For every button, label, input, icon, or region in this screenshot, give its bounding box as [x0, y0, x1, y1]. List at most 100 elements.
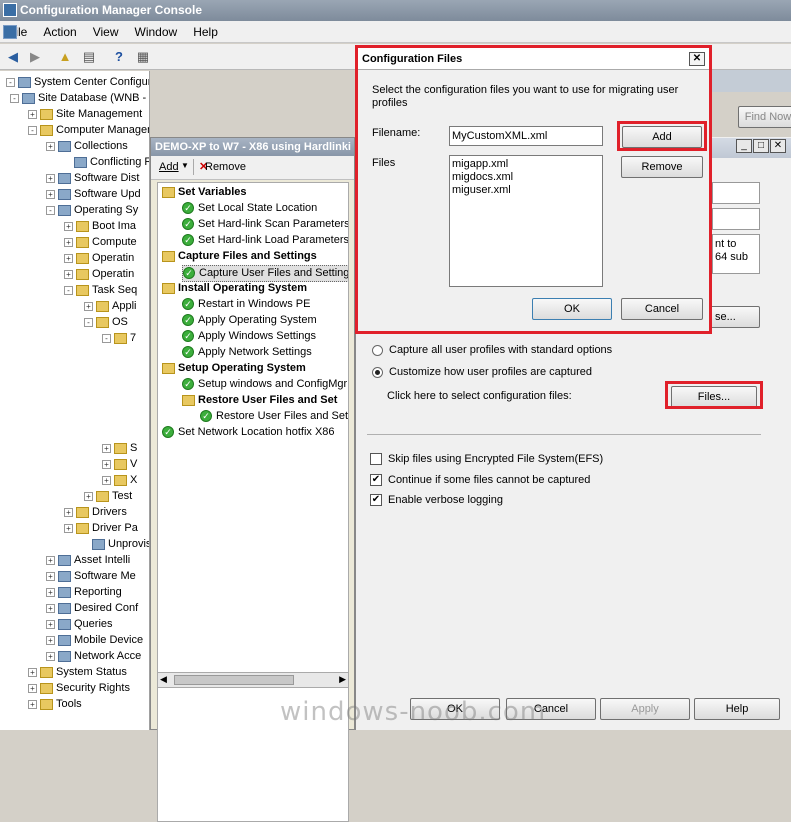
expand-icon[interactable]: +: [102, 443, 111, 453]
find-now-button[interactable]: Find Now: [738, 106, 791, 128]
expand-icon[interactable]: +: [46, 189, 55, 199]
tree-node[interactable]: + Software Me: [46, 569, 136, 584]
collapse-icon[interactable]: -: [6, 77, 15, 87]
task-step[interactable]: ✓ Apply Windows Settings: [182, 329, 316, 344]
tree-node[interactable]: + Collections: [46, 139, 128, 154]
tree-node[interactable]: + Queries: [46, 617, 113, 632]
task-step[interactable]: ✓ Setup windows and ConfigMgr: [182, 377, 347, 392]
task-group[interactable]: Restore User Files and Set: [182, 393, 337, 408]
verbose-checkbox[interactable]: ✔ Enable verbose logging: [370, 494, 503, 507]
list-item[interactable]: migdocs.xml: [452, 171, 602, 184]
task-step[interactable]: ✓ Set Network Location hotfix X86: [162, 425, 335, 440]
expand-icon[interactable]: +: [28, 699, 37, 709]
expand-icon[interactable]: +: [46, 651, 55, 661]
collapse-icon[interactable]: -: [84, 317, 93, 327]
dialog-cancel-button[interactable]: Cancel: [621, 298, 703, 320]
task-group[interactable]: Install Operating System: [162, 281, 307, 296]
help-icon[interactable]: ?: [110, 48, 128, 66]
expand-icon[interactable]: +: [84, 491, 93, 501]
tree-node[interactable]: + X: [102, 473, 137, 488]
expand-icon[interactable]: +: [46, 587, 55, 597]
tree-node[interactable]: - System Center Configuration Manager: [6, 75, 149, 90]
tree-node[interactable]: + Asset Intelli: [46, 553, 130, 568]
expand-icon[interactable]: +: [46, 555, 55, 565]
checkbox-checked[interactable]: ✔: [370, 494, 382, 507]
tree-node[interactable]: Unprovisi: [80, 537, 149, 552]
dialog-ok-button[interactable]: OK: [532, 298, 612, 320]
tree-node[interactable]: + Test: [84, 489, 132, 504]
remove-step-button[interactable]: Remove: [205, 161, 246, 173]
expand-icon[interactable]: +: [64, 253, 73, 263]
task-step[interactable]: ✓ Apply Network Settings: [182, 345, 312, 360]
task-step[interactable]: ✓ Set Hard-link Load Parameters: [182, 233, 348, 248]
collapse-icon[interactable]: -: [28, 125, 37, 135]
task-group[interactable]: Capture Files and Settings: [162, 249, 317, 264]
expand-icon[interactable]: +: [102, 459, 111, 469]
add-menu-button[interactable]: Add: [159, 161, 179, 173]
task-step[interactable]: ✓ Set Local State Location: [182, 201, 317, 216]
scroll-right-icon[interactable]: ▶: [339, 674, 346, 685]
collapse-icon[interactable]: -: [46, 205, 55, 215]
tree-node[interactable]: Conflicting Re: [62, 155, 149, 170]
tree-node[interactable]: + Site Management: [28, 107, 142, 122]
tree-node[interactable]: + V: [102, 457, 137, 472]
chevron-down-icon[interactable]: ▼: [181, 161, 189, 170]
back-icon[interactable]: ◀: [4, 48, 22, 66]
scroll-left-icon[interactable]: ◀: [160, 674, 167, 685]
tree-node[interactable]: + Drivers: [64, 505, 127, 520]
expand-icon[interactable]: +: [46, 635, 55, 645]
remove-button[interactable]: Remove: [621, 156, 703, 178]
tree-node[interactable]: + Driver Pa: [64, 521, 138, 536]
expand-icon[interactable]: +: [102, 475, 111, 485]
skip-efs-checkbox[interactable]: Skip files using Encrypted File System(E…: [370, 453, 603, 466]
expand-icon[interactable]: +: [28, 109, 37, 119]
task-step[interactable]: ✓ Set Hard-link Scan Parameters: [182, 217, 348, 232]
show-tree-icon[interactable]: ▤: [80, 48, 98, 66]
list-item[interactable]: miguser.xml: [452, 184, 602, 197]
tree-node[interactable]: + Operatin: [64, 251, 134, 266]
up-folder-icon[interactable]: ▲: [56, 48, 74, 66]
expand-icon[interactable]: +: [46, 173, 55, 183]
tree-node[interactable]: - Task Seq: [64, 283, 137, 298]
tree-node[interactable]: + Desired Conf: [46, 601, 138, 616]
expand-icon[interactable]: +: [64, 523, 73, 533]
menu-view[interactable]: View: [85, 21, 127, 43]
help-button[interactable]: Help: [694, 698, 780, 720]
radio-customize[interactable]: Customize how user profiles are captured: [372, 366, 592, 378]
scroll-thumb[interactable]: [174, 675, 294, 685]
close-icon[interactable]: ✕: [770, 139, 786, 153]
radio-indicator-selected[interactable]: [372, 366, 383, 378]
partial-field-2[interactable]: [712, 208, 760, 230]
collapse-icon[interactable]: -: [10, 93, 19, 103]
expand-icon[interactable]: +: [28, 683, 37, 693]
tree-node[interactable]: + Boot Ima: [64, 219, 136, 234]
tree-node[interactable]: + Software Dist: [46, 171, 139, 186]
expand-icon[interactable]: +: [46, 141, 55, 151]
task-group[interactable]: Set Variables: [162, 185, 247, 200]
tree-node[interactable]: - Computer Management: [28, 123, 149, 138]
tree-node[interactable]: + Compute: [64, 235, 137, 250]
tree-node[interactable]: + Appli: [84, 299, 136, 314]
menu-action[interactable]: Action: [35, 21, 84, 43]
radio-indicator[interactable]: [372, 344, 383, 356]
properties-icon[interactable]: ▦: [134, 48, 152, 66]
dialog-close-icon[interactable]: ✕: [689, 52, 705, 66]
tree-node[interactable]: + Network Acce: [46, 649, 141, 664]
minimize-icon[interactable]: _: [736, 139, 752, 153]
expand-icon[interactable]: +: [46, 603, 55, 613]
menu-help[interactable]: Help: [185, 21, 226, 43]
radio-capture-all[interactable]: Capture all user profiles with standard …: [372, 344, 612, 356]
apply-button[interactable]: Apply: [600, 698, 690, 720]
files-listbox[interactable]: migapp.xml migdocs.xml miguser.xml: [449, 155, 603, 287]
continue-checkbox[interactable]: ✔ Continue if some files cannot be captur…: [370, 474, 590, 487]
task-step[interactable]: ✓ Capture User Files and Settings: [182, 265, 348, 282]
expand-icon[interactable]: +: [64, 507, 73, 517]
checkbox-checked[interactable]: ✔: [370, 474, 382, 487]
expand-icon[interactable]: +: [84, 301, 93, 311]
tree-node[interactable]: + Reporting: [46, 585, 122, 600]
filename-input[interactable]: MyCustomXML.xml: [449, 126, 603, 146]
checkbox-box[interactable]: [370, 453, 382, 466]
tree-node[interactable]: - Site Database (WNB - SCCM, SCCM 2007 R2…: [10, 91, 149, 106]
expand-icon[interactable]: +: [64, 221, 73, 231]
task-step[interactable]: ✓ Restore User Files and Sett: [200, 409, 348, 424]
